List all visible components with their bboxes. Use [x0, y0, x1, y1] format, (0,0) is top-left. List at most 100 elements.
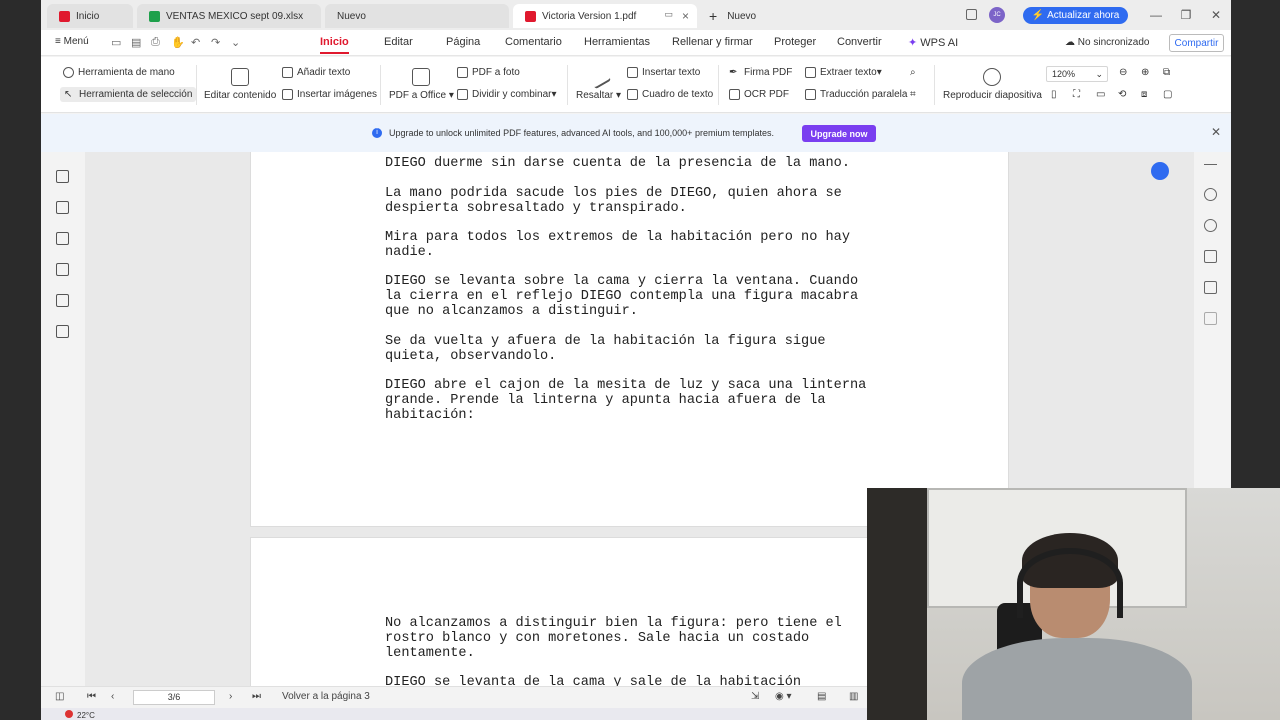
close-icon[interactable]: ✕	[1201, 8, 1231, 22]
bookmark-icon[interactable]	[56, 170, 69, 183]
sidebar-toggle-icon[interactable]: ◫	[55, 691, 64, 702]
script-paragraph: DIEGO se levanta sobre la cama y cierra …	[385, 274, 859, 319]
floating-tools-icon[interactable]	[1151, 162, 1169, 180]
edit-content-button[interactable]: Editar contenido	[204, 68, 276, 101]
close-tab-icon[interactable]: ×	[682, 9, 689, 23]
headphones	[1017, 548, 1123, 618]
two-pages-icon[interactable]: ▭	[1096, 89, 1105, 100]
page-number-input[interactable]: 3/6	[133, 690, 215, 705]
tab-label: VENTAS MEXICO sept 09.xlsx	[166, 10, 304, 22]
reading-view-icon[interactable]: ▥	[849, 691, 858, 702]
tab-pagina[interactable]: Página	[446, 36, 480, 48]
print-icon[interactable]: ⎙	[151, 36, 160, 49]
tab-proteger[interactable]: Proteger	[774, 36, 816, 48]
play-slideshow-button[interactable]: Reproducir diapositiva	[943, 68, 1042, 101]
apps-grid-icon[interactable]	[1204, 312, 1217, 325]
ocr-pdf-button[interactable]: OCR PDF	[729, 89, 789, 100]
select-tool-button[interactable]: ↖ Herramienta de selección	[60, 87, 197, 102]
layout-icon[interactable]: ▢	[1163, 89, 1172, 100]
comment-icon[interactable]	[56, 232, 69, 245]
tab-wps-ai[interactable]: ✦ WPS AI	[908, 36, 958, 49]
redo-icon[interactable]: ↷	[211, 36, 220, 49]
save-icon[interactable]: ▤	[131, 36, 141, 49]
tab-convertir[interactable]: Convertir	[837, 36, 882, 48]
fit-width-icon[interactable]: ⛶	[1073, 89, 1080, 100]
upgrade-now-button[interactable]: ⚡ Actualizar ahora	[1023, 7, 1128, 24]
pdf-to-office-button[interactable]: PDF a Office ▾	[389, 68, 454, 101]
minimize-tab-icon[interactable]: ▭	[664, 9, 673, 20]
prev-page-icon[interactable]: ‹	[111, 691, 114, 702]
wps-logo-icon	[59, 10, 70, 22]
extract-text-button[interactable]: Extraer texto ▾	[805, 67, 882, 78]
parallel-translation-button[interactable]: Traducción paralela	[805, 89, 907, 100]
chevron-down-icon[interactable]: ⌄	[231, 36, 240, 49]
export-icon[interactable]: ⇲	[751, 691, 759, 702]
split-merge-button[interactable]: Dividir y combinar ▾	[457, 89, 557, 100]
hand-icon[interactable]: ✋	[171, 36, 185, 49]
avatar[interactable]: JC	[989, 7, 1005, 23]
rotate-icon[interactable]: ⟲	[1118, 89, 1126, 100]
maximize-icon[interactable]: ❐	[1171, 8, 1201, 22]
tab-editar[interactable]: Editar	[384, 36, 413, 48]
single-view-icon[interactable]: ▤	[817, 691, 826, 702]
pdf-icon	[525, 10, 536, 22]
tab-ventas-xlsx[interactable]: VENTAS MEXICO sept 09.xlsx	[137, 4, 321, 28]
share-button[interactable]: Compartir	[1169, 34, 1224, 52]
insert-images-button[interactable]: Insertar imágenes	[282, 89, 377, 100]
tab-comentario[interactable]: Comentario	[505, 36, 562, 48]
tab-herramientas[interactable]: Herramientas	[584, 36, 650, 48]
window-layout-icon[interactable]	[966, 9, 977, 20]
attachment-icon[interactable]	[56, 263, 69, 276]
text-box-button[interactable]: Cuadro de texto	[627, 89, 713, 100]
tab-rellenar-firmar[interactable]: Rellenar y firmar	[672, 36, 753, 48]
collapse-icon[interactable]	[1204, 164, 1217, 165]
search-icon[interactable]: ⌕	[910, 67, 916, 78]
signature-icon[interactable]	[56, 294, 69, 307]
zoom-out-icon[interactable]: ⊖	[1119, 67, 1127, 78]
tab-inicio[interactable]: Inicio	[47, 4, 133, 28]
continuous-icon[interactable]: ⧈	[1141, 89, 1147, 100]
add-text-button[interactable]: Añadir texto	[282, 67, 350, 78]
translate-icon[interactable]	[1204, 281, 1217, 294]
last-page-icon[interactable]: ⏭	[252, 691, 261, 702]
upgrade-now-banner-button[interactable]: Upgrade now	[802, 125, 876, 142]
dropdown-icon: ▾	[876, 67, 882, 78]
search-icon[interactable]	[1204, 188, 1217, 201]
layers-icon[interactable]	[56, 325, 69, 338]
pdf-signature-label: Firma PDF	[744, 67, 793, 78]
minimize-icon[interactable]: —	[1141, 8, 1171, 22]
main-menu-button[interactable]: ≡ Menú	[55, 36, 89, 47]
tab-victoria-pdf[interactable]: Victoria Version 1.pdf ▭ ×	[513, 4, 697, 28]
eye-icon[interactable]: ◉ ▾	[775, 691, 792, 702]
sync-status[interactable]: ☁ No sincronizado	[1065, 37, 1150, 48]
left-sidebar	[41, 152, 85, 686]
banner-message: Upgrade to unlock unlimited PDF features…	[389, 128, 774, 138]
zoom-select[interactable]: 120% ⌄	[1046, 66, 1108, 82]
insert-text-button[interactable]: Insertar texto	[627, 67, 700, 78]
script-paragraph: No alcanzamos a distinguir bien la figur…	[385, 616, 842, 661]
tab-inicio-ribbon[interactable]: Inicio	[320, 36, 349, 54]
settings-sliders-icon[interactable]	[1204, 250, 1217, 263]
close-banner-icon[interactable]: ✕	[1211, 125, 1221, 139]
upgrade-banner: i Upgrade to unlock unlimited PDF featur…	[41, 114, 1231, 152]
pdf-signature-button[interactable]: ✒ Firma PDF	[729, 67, 792, 78]
first-page-icon[interactable]: ⏮	[87, 691, 96, 702]
tab-nuevo[interactable]: Nuevo	[325, 4, 509, 28]
select-tool-label: Herramienta de selección	[79, 89, 193, 100]
fit-page-icon[interactable]: ⧉	[1163, 67, 1170, 78]
single-page-icon[interactable]: ▯	[1051, 89, 1057, 100]
undo-icon[interactable]: ↶	[191, 36, 200, 49]
pdf-to-photo-button[interactable]: PDF a foto	[457, 67, 520, 78]
new-tab-button[interactable]: + Nuevo	[709, 8, 756, 24]
crop-icon[interactable]: ⌗	[910, 89, 916, 100]
help-icon[interactable]	[1204, 219, 1217, 232]
thumbnails-icon[interactable]	[56, 201, 69, 214]
hand-tool-button[interactable]: Herramienta de mano	[63, 67, 175, 78]
open-folder-icon[interactable]: ▭	[111, 36, 121, 49]
zoom-in-icon[interactable]: ⊕	[1141, 67, 1149, 78]
next-page-icon[interactable]: ›	[229, 691, 232, 702]
highlight-button[interactable]: Resaltar ▾	[576, 64, 621, 101]
back-to-page-link[interactable]: Volver a la página 3	[282, 691, 370, 702]
weather-widget[interactable]: 22°C	[65, 710, 95, 720]
ocr-icon	[729, 89, 740, 100]
